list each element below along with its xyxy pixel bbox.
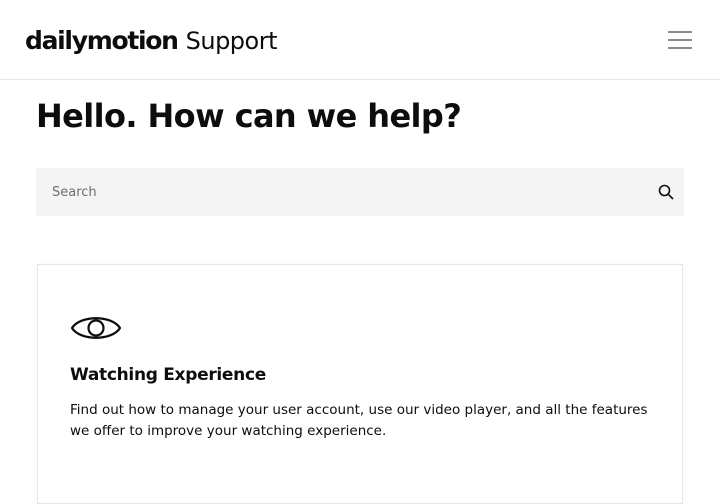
search-box (36, 168, 684, 216)
search-input[interactable] (36, 168, 636, 216)
menu-button[interactable] (664, 24, 696, 56)
category-card-watching-experience[interactable]: Watching Experience Find out how to mana… (37, 264, 683, 504)
eye-icon (70, 317, 122, 339)
brand-suffix: Support (185, 27, 278, 55)
brand-name: dailymotion (25, 26, 179, 55)
category-description: Find out how to manage your user account… (70, 402, 648, 439)
category-title: Watching Experience (70, 365, 266, 385)
site-header: dailymotion Support (0, 0, 720, 80)
search-icon (658, 184, 674, 200)
brand-logo[interactable]: dailymotion Support (25, 24, 278, 58)
hamburger-menu-icon (668, 31, 692, 49)
page-title: Hello. How can we help? (36, 97, 462, 135)
search-button[interactable] (656, 182, 676, 202)
